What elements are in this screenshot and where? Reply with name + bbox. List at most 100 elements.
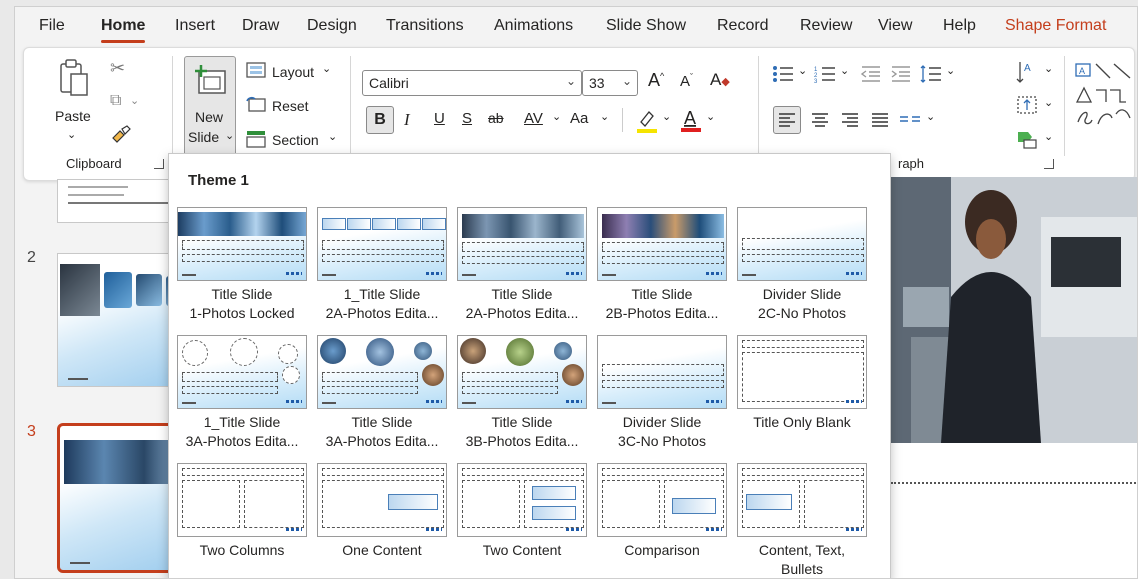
- layout-thumbnail: [317, 463, 447, 537]
- shrink-font-button[interactable]: Aˇ: [680, 72, 693, 90]
- font-color-icon[interactable]: A: [680, 106, 702, 134]
- copy-icon[interactable]: ⧉: [110, 92, 121, 110]
- layout-1-title-slide-2a[interactable]: 1_Title Slide 2A-Photos Edita...: [317, 207, 447, 327]
- highlight-icon[interactable]: [636, 108, 658, 134]
- character-spacing-chevron-icon[interactable]: ⌄: [552, 110, 561, 123]
- paste-icon[interactable]: [58, 58, 90, 98]
- bullets-chevron-icon[interactable]: ⌄: [798, 64, 807, 77]
- separator: [1064, 56, 1065, 156]
- tab-animations[interactable]: Animations: [494, 17, 573, 35]
- underline-button[interactable]: U: [434, 110, 445, 127]
- text-direction-icon[interactable]: A: [1016, 60, 1038, 84]
- numbering-icon[interactable]: 123: [814, 64, 836, 85]
- font-name-chevron-icon[interactable]: ⌄: [566, 74, 576, 88]
- columns-icon[interactable]: [898, 110, 922, 130]
- layout-name: Two Columns: [199, 542, 285, 558]
- text-shadow-button[interactable]: S: [462, 110, 472, 127]
- font-color-chevron-icon[interactable]: ⌄: [706, 110, 715, 123]
- format-painter-icon[interactable]: [110, 124, 132, 144]
- change-case-button[interactable]: Aa: [570, 110, 588, 127]
- paste-chevron-icon[interactable]: ⌄: [67, 128, 76, 141]
- section-button[interactable]: Section: [272, 132, 319, 148]
- tab-insert[interactable]: Insert: [175, 17, 215, 35]
- layout-name: Comparison: [624, 542, 700, 558]
- grow-font-button[interactable]: A^: [648, 70, 664, 91]
- tab-transitions[interactable]: Transitions: [386, 17, 464, 35]
- reset-icon[interactable]: [246, 96, 266, 112]
- new-slide-button[interactable]: New Slide ⌄: [184, 56, 236, 156]
- decrease-indent-icon[interactable]: [860, 64, 882, 84]
- change-case-chevron-icon[interactable]: ⌄: [600, 110, 609, 123]
- shapes-gallery[interactable]: A: [1074, 62, 1136, 128]
- layout-divider-slide-3c[interactable]: Divider Slide 3C-No Photos: [597, 335, 727, 455]
- clear-formatting-icon[interactable]: A◆: [710, 70, 730, 90]
- layout-divider-slide-2c[interactable]: Divider Slide 2C-No Photos: [737, 207, 867, 327]
- layout-title-slide-2a[interactable]: Title Slide 2A-Photos Edita...: [457, 207, 587, 327]
- bold-button[interactable]: B: [366, 106, 394, 134]
- font-size-chevron-icon[interactable]: ⌄: [622, 74, 632, 88]
- layout-content-text-bullets[interactable]: Content, Text, Bullets: [737, 463, 867, 578]
- highlight-chevron-icon[interactable]: ⌄: [662, 110, 671, 123]
- strikethrough-button[interactable]: ab: [488, 110, 504, 126]
- line-spacing-icon[interactable]: [920, 64, 942, 84]
- tab-review[interactable]: Review: [800, 17, 852, 35]
- paste-label[interactable]: Paste: [55, 108, 91, 124]
- layout-title-slide-1-photos-locked[interactable]: Title Slide 1-Photos Locked: [177, 207, 307, 327]
- text-direction-chevron-icon[interactable]: ⌄: [1044, 62, 1053, 75]
- layout-thumbnail: [317, 335, 447, 409]
- layout-title-slide-3a[interactable]: Title Slide 3A-Photos Edita...: [317, 335, 447, 455]
- section-chevron-icon[interactable]: ⌄: [328, 130, 337, 143]
- tab-draw[interactable]: Draw: [242, 17, 279, 35]
- copy-chevron-icon[interactable]: ⌄: [130, 94, 139, 107]
- slide-photo[interactable]: [891, 177, 1137, 443]
- align-right-icon[interactable]: [838, 108, 862, 132]
- clipboard-dialog-launcher-icon[interactable]: [154, 159, 164, 169]
- layout-title-slide-3b[interactable]: Title Slide 3B-Photos Edita...: [457, 335, 587, 455]
- tab-view[interactable]: View: [878, 17, 912, 35]
- tab-record[interactable]: Record: [717, 17, 769, 35]
- layout-button[interactable]: Layout: [272, 64, 314, 80]
- tab-design[interactable]: Design: [307, 17, 357, 35]
- line-spacing-chevron-icon[interactable]: ⌄: [946, 64, 955, 77]
- layout-icon[interactable]: [246, 62, 266, 78]
- separator: [350, 56, 351, 156]
- reset-button[interactable]: Reset: [272, 98, 309, 114]
- tab-home[interactable]: Home: [101, 17, 146, 43]
- section-icon[interactable]: [246, 130, 266, 148]
- tab-file[interactable]: File: [39, 17, 65, 35]
- layout-name: Title Slide 3B-Photos Edita...: [465, 414, 579, 449]
- layout-name: Divider Slide 2C-No Photos: [758, 286, 846, 321]
- layout-title-slide-2b[interactable]: Title Slide 2B-Photos Edita...: [597, 207, 727, 327]
- align-center-icon[interactable]: [808, 108, 832, 132]
- smartart-chevron-icon[interactable]: ⌄: [1044, 130, 1053, 143]
- increase-indent-icon[interactable]: [890, 64, 912, 84]
- svg-text:A: A: [1024, 63, 1031, 74]
- font-name-combo[interactable]: Calibri ⌄: [362, 70, 582, 96]
- font-size-combo[interactable]: 33 ⌄: [582, 70, 638, 96]
- layout-two-content[interactable]: Two Content: [457, 463, 587, 578]
- cut-icon[interactable]: ✂: [110, 58, 125, 79]
- layout-thumbnail: [177, 463, 307, 537]
- layout-comparison[interactable]: Comparison: [597, 463, 727, 578]
- paragraph-dialog-launcher-icon[interactable]: [1044, 159, 1054, 169]
- tab-slide-show[interactable]: Slide Show: [606, 17, 686, 35]
- layout-1-title-slide-3a[interactable]: 1_Title Slide 3A-Photos Edita...: [177, 335, 307, 455]
- tab-help[interactable]: Help: [943, 17, 976, 35]
- layout-one-content[interactable]: One Content: [317, 463, 447, 578]
- align-text-icon[interactable]: [1016, 94, 1038, 116]
- align-text-chevron-icon[interactable]: ⌄: [1044, 96, 1053, 109]
- tab-shape-format[interactable]: Shape Format: [1005, 17, 1106, 35]
- align-left-button[interactable]: [773, 106, 801, 134]
- bullets-icon[interactable]: [772, 64, 794, 84]
- layout-title-only-blank[interactable]: Title Only Blank: [737, 335, 867, 455]
- columns-chevron-icon[interactable]: ⌄: [926, 110, 935, 123]
- layout-two-columns[interactable]: Two Columns: [177, 463, 307, 578]
- layout-chevron-icon[interactable]: ⌄: [322, 62, 331, 75]
- character-spacing-button[interactable]: AV: [524, 110, 543, 127]
- placeholder-border: [891, 482, 1137, 484]
- smartart-icon[interactable]: [1016, 128, 1038, 150]
- numbering-chevron-icon[interactable]: ⌄: [840, 64, 849, 77]
- italic-button[interactable]: I: [404, 110, 410, 130]
- layout-thumbnail: [177, 207, 307, 281]
- justify-icon[interactable]: [868, 108, 892, 132]
